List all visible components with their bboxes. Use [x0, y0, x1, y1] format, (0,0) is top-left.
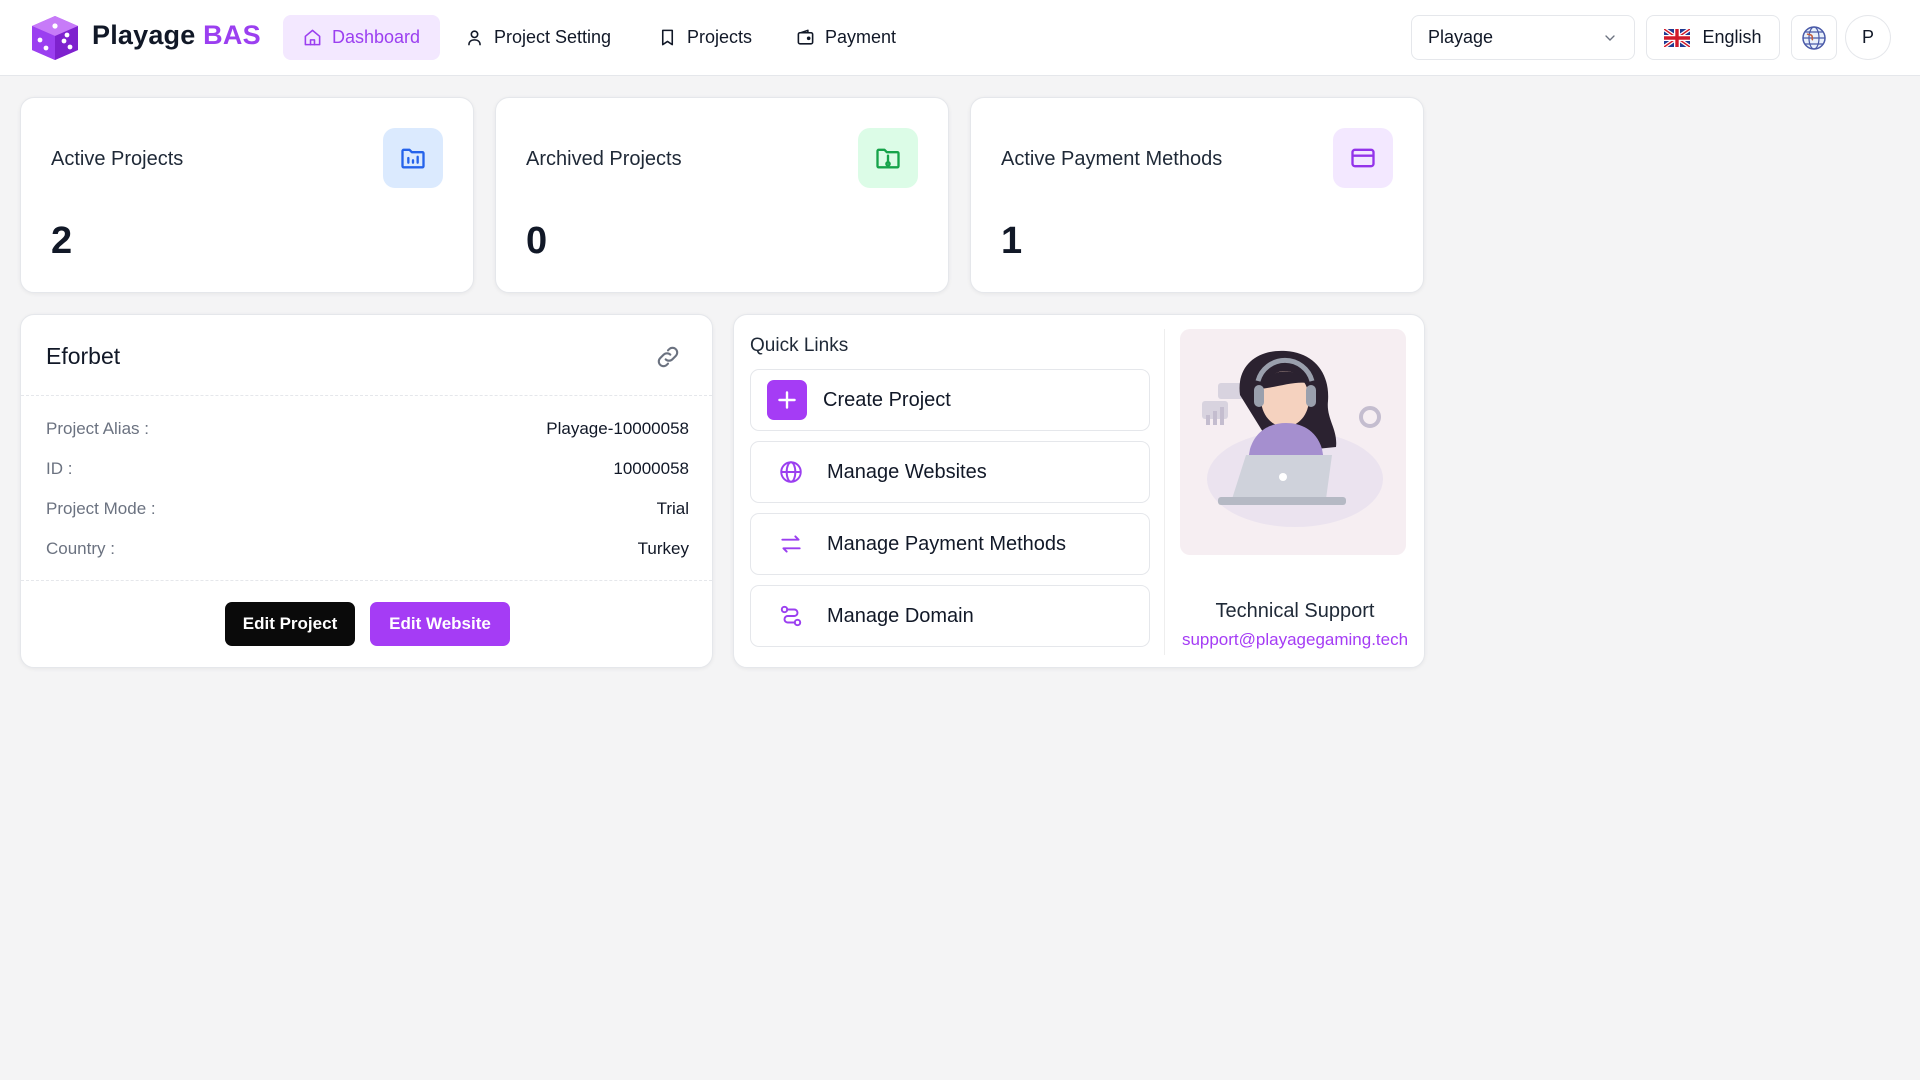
chevron-down-icon: [1605, 34, 1615, 41]
nav-payment-label: Payment: [825, 27, 897, 47]
globe-button[interactable]: [1791, 15, 1837, 60]
project-name: Eforbet: [46, 343, 121, 369]
user-avatar[interactable]: P: [1845, 15, 1891, 60]
support-agent-illustration: [1202, 350, 1383, 527]
brand-accent: BAS: [203, 20, 261, 50]
stat-card-active-payment-methods: Active Payment Methods 1: [970, 97, 1424, 293]
detail-value: Trial: [656, 499, 689, 518]
quick-link-create-project[interactable]: Create Project: [750, 369, 1150, 431]
quick-link-manage-websites[interactable]: Manage Websites: [750, 441, 1150, 503]
detail-key: Project Alias :: [46, 419, 149, 438]
globe-flag-icon: [1802, 25, 1826, 50]
home-icon: [304, 29, 321, 46]
support-email-link[interactable]: support@playagegaming.tech: [1164, 630, 1426, 650]
folder-archive-icon: [858, 128, 918, 188]
detail-row-alias: Project Alias : Playage-10000058: [46, 419, 689, 439]
edit-website-button[interactable]: Edit Website: [370, 602, 510, 646]
detail-key: ID :: [46, 459, 73, 478]
stat-card-archived-projects: Archived Projects 0: [495, 97, 949, 293]
nav-project-setting-label: Project Setting: [494, 27, 612, 47]
detail-row-country: Country : Turkey: [46, 539, 689, 559]
avatar-initial: P: [1861, 27, 1874, 47]
detail-value: 10000058: [613, 459, 689, 478]
language-label: English: [1702, 27, 1762, 47]
route-icon: [771, 596, 811, 636]
divider: [21, 580, 712, 581]
swap-arrows-icon: [771, 524, 811, 564]
quick-link-manage-domain[interactable]: Manage Domain: [750, 585, 1150, 647]
detail-key: Country :: [46, 539, 115, 558]
bookmark-icon: [661, 29, 674, 46]
credit-card-icon: [1333, 128, 1393, 188]
dice-logo-icon[interactable]: [28, 14, 82, 62]
stat-value: 2: [51, 220, 73, 262]
workspace-select-value: Playage: [1428, 27, 1494, 47]
stat-card-active-projects: Active Projects 2: [20, 97, 474, 293]
top-header: Playage BAS Dashboard Project Setting Pr…: [0, 0, 1920, 76]
stat-label: Active Payment Methods: [1001, 148, 1223, 170]
quick-links-card: Quick Links Create Project Manage Websit…: [733, 314, 1425, 668]
detail-value: Turkey: [637, 539, 689, 558]
plus-icon: [767, 380, 807, 420]
detail-row-mode: Project Mode : Trial: [46, 499, 689, 519]
nav-projects-label: Projects: [687, 27, 753, 47]
stat-value: 1: [1001, 220, 1023, 262]
quick-links-title: Quick Links: [750, 335, 849, 356]
language-button[interactable]: English: [1646, 15, 1780, 60]
detail-row-id: ID : 10000058: [46, 459, 689, 479]
quick-link-label: Manage Payment Methods: [827, 532, 1067, 555]
quick-link-label: Manage Domain: [827, 604, 974, 627]
nav-dashboard[interactable]: Dashboard: [283, 15, 441, 60]
nav-projects[interactable]: Projects: [638, 15, 772, 60]
support-title: Technical Support: [1215, 600, 1375, 622]
workspace-select[interactable]: Playage: [1411, 15, 1635, 60]
nav-dashboard-label: Dashboard: [332, 27, 421, 47]
folder-chart-icon: [383, 128, 443, 188]
brand-text: Playage: [92, 20, 196, 50]
stat-value: 0: [526, 220, 548, 262]
brand-name: Playage BAS: [92, 20, 261, 51]
edit-project-button[interactable]: Edit Project: [225, 602, 355, 646]
stat-label: Active Projects: [51, 148, 184, 170]
quick-link-label: Manage Websites: [827, 460, 987, 483]
nav-project-setting[interactable]: Project Setting: [445, 15, 631, 60]
nav-payment[interactable]: Payment: [776, 15, 916, 60]
project-card: Eforbet Project Alias : Playage-10000058…: [20, 314, 713, 668]
uk-flag-icon: [1664, 28, 1691, 47]
quick-link-label: Create Project: [823, 388, 951, 411]
quick-link-manage-payment-methods[interactable]: Manage Payment Methods: [750, 513, 1150, 575]
support-illustration: [1180, 329, 1406, 555]
globe-icon: [771, 452, 811, 492]
wallet-icon: [797, 29, 814, 45]
detail-key: Project Mode :: [46, 499, 156, 518]
link-icon[interactable]: [654, 343, 682, 371]
user-icon: [468, 30, 481, 46]
stat-label: Archived Projects: [526, 148, 682, 170]
divider: [21, 395, 712, 396]
detail-value: Playage-10000058: [546, 419, 689, 438]
